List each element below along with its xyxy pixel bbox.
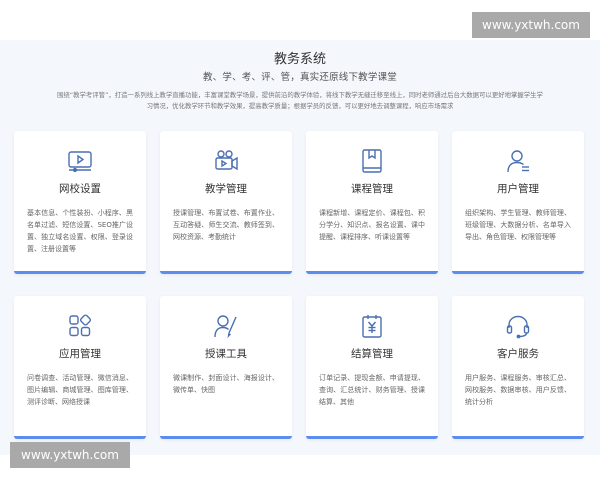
teacher-icon (212, 312, 240, 340)
video-player-icon (66, 147, 94, 175)
card-title: 课程管理 (351, 183, 393, 195)
feature-card-teaching-tools[interactable]: 授课工具 微课制作、封面设计、海报设计、微传单、快图 (160, 296, 292, 439)
card-features: 用户服务、课程服务、审核汇总、网校服务、数据审核、用户反馈、统计分析 (465, 374, 571, 406)
watermark-bottom: www.yxtwh.com (10, 442, 130, 468)
card-title: 客户服务 (497, 348, 539, 360)
card-title: 结算管理 (351, 348, 393, 360)
card-title: 应用管理 (59, 348, 101, 360)
page-subtitle: 教、学、考、评、管，真实还原线下教学课堂 (202, 72, 397, 83)
feature-card-course-management[interactable]: 课程管理 课程新增、课程定价、课程包、积分学分、知识点、报名设置、课中提醒、课程… (306, 131, 438, 274)
feature-card-school-settings[interactable]: 网校设置 基本信息、个性装扮、小程序、黑名单过滤、短信设置、SEO推广设置、独立… (14, 131, 146, 274)
card-features: 订单记录、提现金额、申请提现、查询、汇总统计、财务管理、授课结算、其他 (319, 374, 425, 406)
feature-card-customer-service[interactable]: 客户服务 用户服务、课程服务、审核汇总、网校服务、数据审核、用户反馈、统计分析 (452, 296, 584, 439)
card-features: 课程新增、课程定价、课程包、积分学分、知识点、报名设置、课中提醒、课程排序、听课… (319, 209, 425, 241)
book-icon (358, 147, 386, 175)
feature-card-settlement-management[interactable]: 结算管理 订单记录、提现金额、申请提现、查询、汇总统计、财务管理、授课结算、其他 (306, 296, 438, 439)
card-title: 网校设置 (59, 183, 101, 195)
card-features: 组织架构、学生管理、教师管理、班级管理、大数据分析、名单导入导出、角色管理、权限… (465, 209, 571, 241)
card-features: 微课制作、封面设计、海报设计、微传单、快图 (173, 374, 279, 394)
card-features: 授课管理、布置试卷、布置作业、互动答疑、师生交流、教师签到、网校资源、考勤统计 (173, 209, 279, 241)
card-title: 教学管理 (205, 183, 247, 195)
card-features: 基本信息、个性装扮、小程序、黑名单过滤、短信设置、SEO推广设置、独立域名设置、… (27, 209, 133, 253)
video-camera-icon (212, 147, 240, 175)
feature-card-app-management[interactable]: 应用管理 问卷调查、活动管理、微信消息、图片编辑、商城管理、图库管理、测评诊断、… (14, 296, 146, 439)
card-title: 用户管理 (497, 183, 539, 195)
headset-icon (504, 312, 532, 340)
feature-card-teaching-management[interactable]: 教学管理 授课管理、布置试卷、布置作业、互动答疑、师生交流、教师签到、网校资源、… (160, 131, 292, 274)
billing-icon (358, 312, 386, 340)
apps-grid-icon (66, 312, 94, 340)
page-title: 教务系统 (273, 52, 326, 67)
feature-card-user-management[interactable]: 用户管理 组织架构、学生管理、教师管理、班级管理、大数据分析、名单导入导出、角色… (452, 131, 584, 274)
card-features: 问卷调查、活动管理、微信消息、图片编辑、商城管理、图库管理、测评诊断、网络授课 (27, 374, 133, 406)
card-title: 授课工具 (205, 348, 247, 360)
watermark-top: www.yxtwh.com (472, 12, 590, 38)
user-icon (504, 147, 532, 175)
page-description: 围绕“教学考评管”，打造一系列线上教学直播功能，丰富课堂教学场景，提供前沿的教学… (57, 91, 543, 110)
